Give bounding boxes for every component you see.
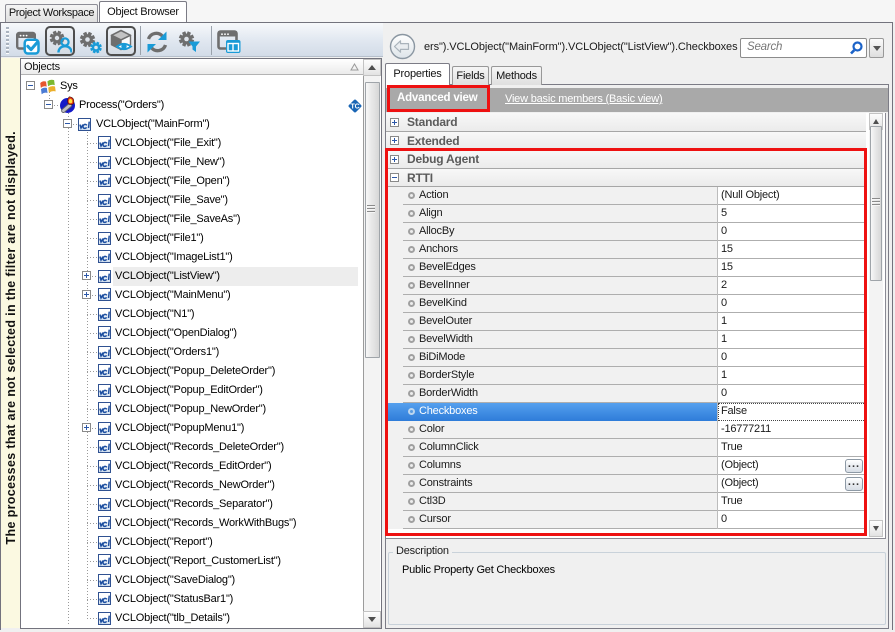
svg-text:TC: TC xyxy=(351,104,360,111)
